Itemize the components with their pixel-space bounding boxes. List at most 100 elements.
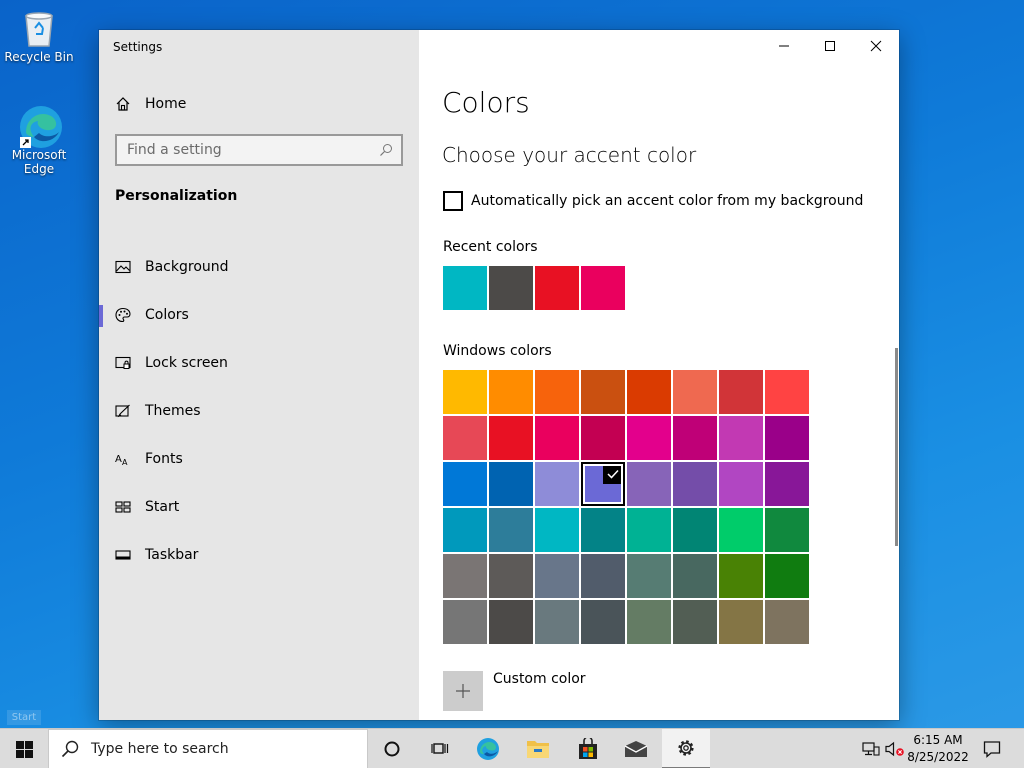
windows-color-swatch[interactable] bbox=[443, 508, 487, 552]
windows-color-swatch[interactable] bbox=[627, 462, 671, 506]
windows-color-swatch[interactable] bbox=[719, 554, 763, 598]
custom-color-button[interactable] bbox=[443, 671, 483, 711]
recent-color-swatch[interactable] bbox=[581, 266, 625, 310]
windows-color-swatch[interactable] bbox=[489, 416, 533, 460]
sidebar-item-background[interactable]: Background bbox=[99, 243, 419, 291]
store-button[interactable] bbox=[564, 729, 612, 768]
windows-color-swatch[interactable] bbox=[581, 370, 625, 414]
windows-color-swatch[interactable] bbox=[765, 370, 809, 414]
windows-color-swatch[interactable] bbox=[581, 462, 625, 506]
windows-color-swatch[interactable] bbox=[489, 462, 533, 506]
fonts-icon: A A bbox=[115, 454, 128, 467]
windows-color-swatch[interactable] bbox=[443, 600, 487, 644]
windows-color-swatch[interactable] bbox=[489, 370, 533, 414]
action-center-button[interactable] bbox=[976, 729, 1008, 768]
cortana-icon bbox=[384, 741, 400, 757]
start-button[interactable] bbox=[0, 729, 48, 768]
mail-button[interactable] bbox=[612, 729, 660, 768]
recent-color-swatch[interactable] bbox=[489, 266, 533, 310]
svg-text:A: A bbox=[122, 458, 128, 467]
windows-color-swatch[interactable] bbox=[581, 416, 625, 460]
taskbar-clock[interactable]: 6:15 AM 8/25/2022 bbox=[902, 732, 974, 766]
task-view-button[interactable] bbox=[416, 729, 464, 768]
windows-color-swatch[interactable] bbox=[719, 462, 763, 506]
sidebar-item-fonts[interactable]: A A Fonts bbox=[99, 435, 419, 483]
windows-color-swatch[interactable] bbox=[673, 508, 717, 552]
settings-taskbar-button[interactable] bbox=[662, 729, 710, 768]
windows-color-swatch[interactable] bbox=[673, 462, 717, 506]
sidebar-item-label: Lock screen bbox=[145, 355, 228, 371]
windows-color-swatch[interactable] bbox=[535, 508, 579, 552]
windows-color-swatch[interactable] bbox=[489, 554, 533, 598]
windows-color-swatch[interactable] bbox=[535, 370, 579, 414]
windows-color-swatch[interactable] bbox=[673, 600, 717, 644]
recycle-bin-desktop-icon[interactable]: Recycle Bin bbox=[2, 6, 76, 64]
windows-color-swatch[interactable] bbox=[627, 600, 671, 644]
windows-color-swatch[interactable] bbox=[581, 554, 625, 598]
windows-color-swatch[interactable] bbox=[443, 370, 487, 414]
edge-taskbar-button[interactable] bbox=[464, 729, 512, 768]
palette-icon bbox=[115, 307, 131, 323]
auto-pick-option[interactable]: Automatically pick an accent color from … bbox=[443, 191, 863, 211]
windows-color-swatch[interactable] bbox=[627, 508, 671, 552]
windows-color-swatch[interactable] bbox=[765, 462, 809, 506]
windows-color-swatch[interactable] bbox=[765, 600, 809, 644]
windows-color-swatch[interactable] bbox=[765, 416, 809, 460]
windows-color-swatch[interactable] bbox=[673, 416, 717, 460]
windows-color-swatch[interactable] bbox=[581, 600, 625, 644]
taskbar-search-box[interactable]: Type here to search bbox=[48, 729, 368, 768]
gear-icon bbox=[678, 740, 694, 756]
recycle-bin-label: Recycle Bin bbox=[4, 50, 74, 64]
windows-color-swatch[interactable] bbox=[719, 416, 763, 460]
edge-label-line2: Edge bbox=[23, 162, 55, 176]
windows-color-swatch[interactable] bbox=[443, 554, 487, 598]
sidebar-item-taskbar[interactable]: Taskbar bbox=[99, 531, 419, 579]
start-icon bbox=[115, 501, 131, 513]
cortana-button[interactable] bbox=[368, 729, 416, 768]
home-nav-item[interactable]: Home bbox=[115, 93, 186, 115]
windows-color-swatch[interactable] bbox=[673, 370, 717, 414]
windows-color-swatch[interactable] bbox=[535, 554, 579, 598]
windows-color-swatch[interactable] bbox=[489, 508, 533, 552]
windows-color-swatch[interactable] bbox=[673, 554, 717, 598]
windows-color-swatch[interactable] bbox=[443, 462, 487, 506]
mail-icon bbox=[624, 741, 648, 757]
windows-color-swatch[interactable] bbox=[719, 370, 763, 414]
windows-color-swatch[interactable] bbox=[627, 370, 671, 414]
sidebar-item-label: Start bbox=[145, 499, 180, 515]
windows-color-swatch[interactable] bbox=[535, 600, 579, 644]
sidebar-item-label: Themes bbox=[145, 403, 201, 419]
windows-color-swatch[interactable] bbox=[627, 416, 671, 460]
sidebar-item-start[interactable]: Start bbox=[99, 483, 419, 531]
edge-desktop-icon[interactable]: Microsoft Edge bbox=[2, 104, 76, 176]
find-setting-box[interactable] bbox=[115, 134, 403, 166]
recent-color-swatch[interactable] bbox=[443, 266, 487, 310]
file-explorer-button[interactable] bbox=[514, 729, 562, 768]
windows-color-swatch[interactable] bbox=[443, 416, 487, 460]
windows-color-swatch[interactable] bbox=[765, 554, 809, 598]
windows-color-swatch[interactable] bbox=[719, 600, 763, 644]
windows-color-swatch[interactable] bbox=[627, 554, 671, 598]
find-setting-input[interactable] bbox=[127, 142, 379, 158]
network-tray-button[interactable] bbox=[860, 729, 882, 768]
content-scrollbar[interactable] bbox=[895, 348, 898, 546]
windows-logo-icon bbox=[15, 740, 33, 758]
custom-color-option[interactable]: Custom color bbox=[443, 671, 586, 711]
windows-color-swatch[interactable] bbox=[765, 508, 809, 552]
edge-browser-icon bbox=[477, 738, 499, 760]
recent-colors-row bbox=[443, 266, 625, 310]
plus-icon bbox=[456, 684, 470, 698]
windows-color-swatch[interactable] bbox=[581, 508, 625, 552]
windows-color-swatch[interactable] bbox=[535, 416, 579, 460]
sidebar: Settings Home Personalization Backg bbox=[99, 30, 419, 720]
windows-color-swatch[interactable] bbox=[719, 508, 763, 552]
recent-color-swatch[interactable] bbox=[535, 266, 579, 310]
auto-pick-checkbox[interactable] bbox=[443, 191, 463, 211]
search-icon bbox=[380, 144, 392, 156]
windows-color-swatch[interactable] bbox=[489, 600, 533, 644]
sidebar-item-lock-screen[interactable]: Lock screen bbox=[99, 339, 419, 387]
recent-colors-label: Recent colors bbox=[443, 239, 538, 255]
windows-color-swatch[interactable] bbox=[535, 462, 579, 506]
sidebar-item-colors[interactable]: Colors bbox=[99, 291, 419, 339]
sidebar-item-themes[interactable]: Themes bbox=[99, 387, 419, 435]
